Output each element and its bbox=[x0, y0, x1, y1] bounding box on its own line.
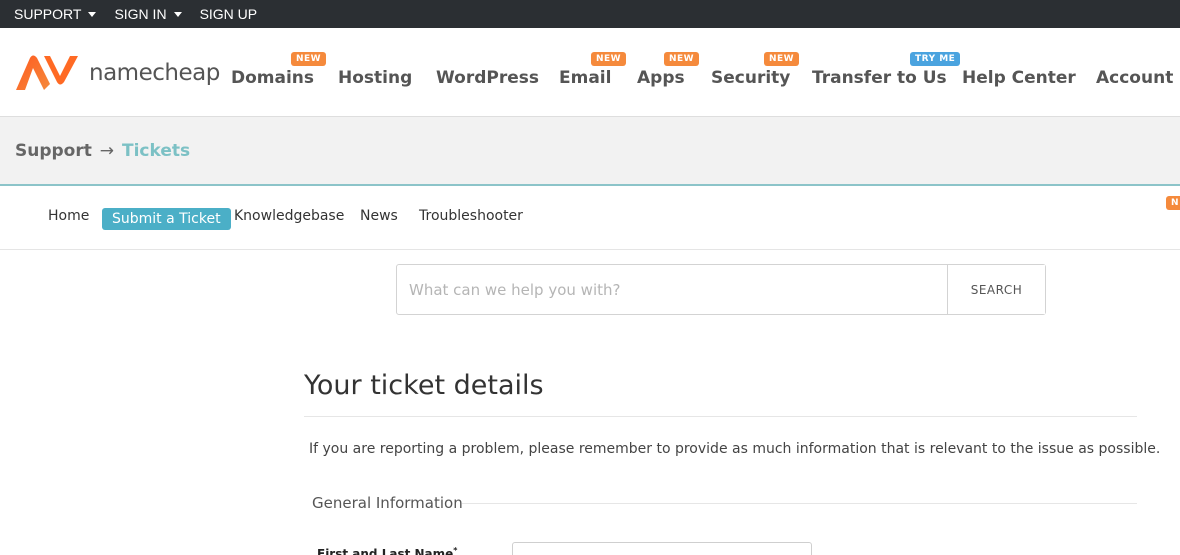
support-subnav: Home Submit a Ticket Knowledgebase News … bbox=[0, 188, 1180, 250]
sign-up-link[interactable]: SIGN UP bbox=[200, 6, 258, 22]
logo-text: namecheap bbox=[89, 60, 220, 86]
nav-help-center[interactable]: Help Center bbox=[962, 68, 1076, 88]
nav-hosting[interactable]: Hosting bbox=[338, 68, 412, 88]
caret-down-icon bbox=[173, 11, 182, 17]
main-header: namecheap NEW Domains Hosting WordPress … bbox=[0, 28, 1180, 117]
nav-email[interactable]: NEW Email bbox=[559, 52, 627, 88]
breadcrumb-support[interactable]: Support bbox=[15, 141, 92, 161]
namecheap-logo-icon bbox=[16, 55, 78, 90]
name-field[interactable] bbox=[512, 542, 812, 555]
nav-wordpress[interactable]: WordPress bbox=[436, 68, 539, 88]
nav-label: Domains bbox=[231, 68, 315, 88]
name-field-label-text: First and Last Name bbox=[317, 547, 454, 555]
breadcrumb: Support → Tickets bbox=[15, 141, 190, 161]
search-input[interactable] bbox=[397, 265, 947, 314]
nav-account[interactable]: Account bbox=[1096, 68, 1173, 88]
intro-text: If you are reporting a problem, please r… bbox=[309, 441, 1161, 457]
top-utility-bar: SUPPORT SIGN IN SIGN UP bbox=[0, 0, 1180, 28]
name-field-label: First and Last Name* bbox=[317, 546, 457, 555]
breadcrumb-bar: Support → Tickets bbox=[0, 117, 1180, 186]
breadcrumb-tickets: Tickets bbox=[121, 141, 191, 161]
title-divider bbox=[304, 416, 1137, 417]
new-badge: NEW bbox=[664, 52, 700, 66]
new-badge: NEW bbox=[764, 52, 800, 66]
section-divider bbox=[462, 503, 1137, 504]
new-badge: NEW bbox=[291, 52, 327, 66]
nav-label: Help Center bbox=[962, 68, 1076, 88]
section-heading: General Information bbox=[312, 494, 463, 512]
subnav-submit-ticket[interactable]: Submit a Ticket bbox=[102, 208, 231, 230]
page-title: Your ticket details bbox=[304, 370, 544, 401]
support-menu[interactable]: SUPPORT bbox=[14, 6, 97, 22]
support-menu-label: SUPPORT bbox=[14, 6, 82, 22]
nav-domains[interactable]: NEW Domains bbox=[231, 52, 327, 88]
support-search: SEARCH bbox=[396, 264, 1046, 315]
sign-in-menu[interactable]: SIGN IN bbox=[114, 6, 182, 22]
nav-label: Hosting bbox=[338, 68, 413, 88]
nav-label: Email bbox=[559, 68, 612, 88]
nav-label: WordPress bbox=[436, 68, 539, 88]
nav-label: Apps bbox=[637, 68, 685, 88]
subnav-troubleshooter[interactable]: Troubleshooter bbox=[419, 208, 523, 224]
subnav-news[interactable]: News bbox=[360, 208, 398, 224]
nav-security[interactable]: NEW Security bbox=[711, 52, 800, 88]
caret-down-icon bbox=[88, 11, 97, 17]
arrow-right-icon: → bbox=[99, 141, 115, 161]
subnav-home[interactable]: Home bbox=[48, 208, 89, 224]
nav-label: Security bbox=[711, 68, 791, 88]
nav-label: Transfer to Us bbox=[812, 68, 947, 88]
nav-label: Account bbox=[1096, 68, 1174, 88]
new-badge: NEW bbox=[591, 52, 627, 66]
required-mark: * bbox=[453, 546, 458, 555]
nav-apps[interactable]: NEW Apps bbox=[637, 52, 700, 88]
search-button[interactable]: SEARCH bbox=[947, 265, 1045, 314]
subnav-knowledgebase[interactable]: Knowledgebase bbox=[234, 208, 344, 224]
sign-in-label: SIGN IN bbox=[114, 6, 167, 22]
new-badge-clipped: N bbox=[1166, 196, 1180, 210]
namecheap-logo[interactable]: namecheap bbox=[14, 54, 220, 92]
nav-transfer-to-us[interactable]: TRY ME Transfer to Us bbox=[812, 52, 961, 88]
try-me-badge: TRY ME bbox=[910, 52, 961, 66]
